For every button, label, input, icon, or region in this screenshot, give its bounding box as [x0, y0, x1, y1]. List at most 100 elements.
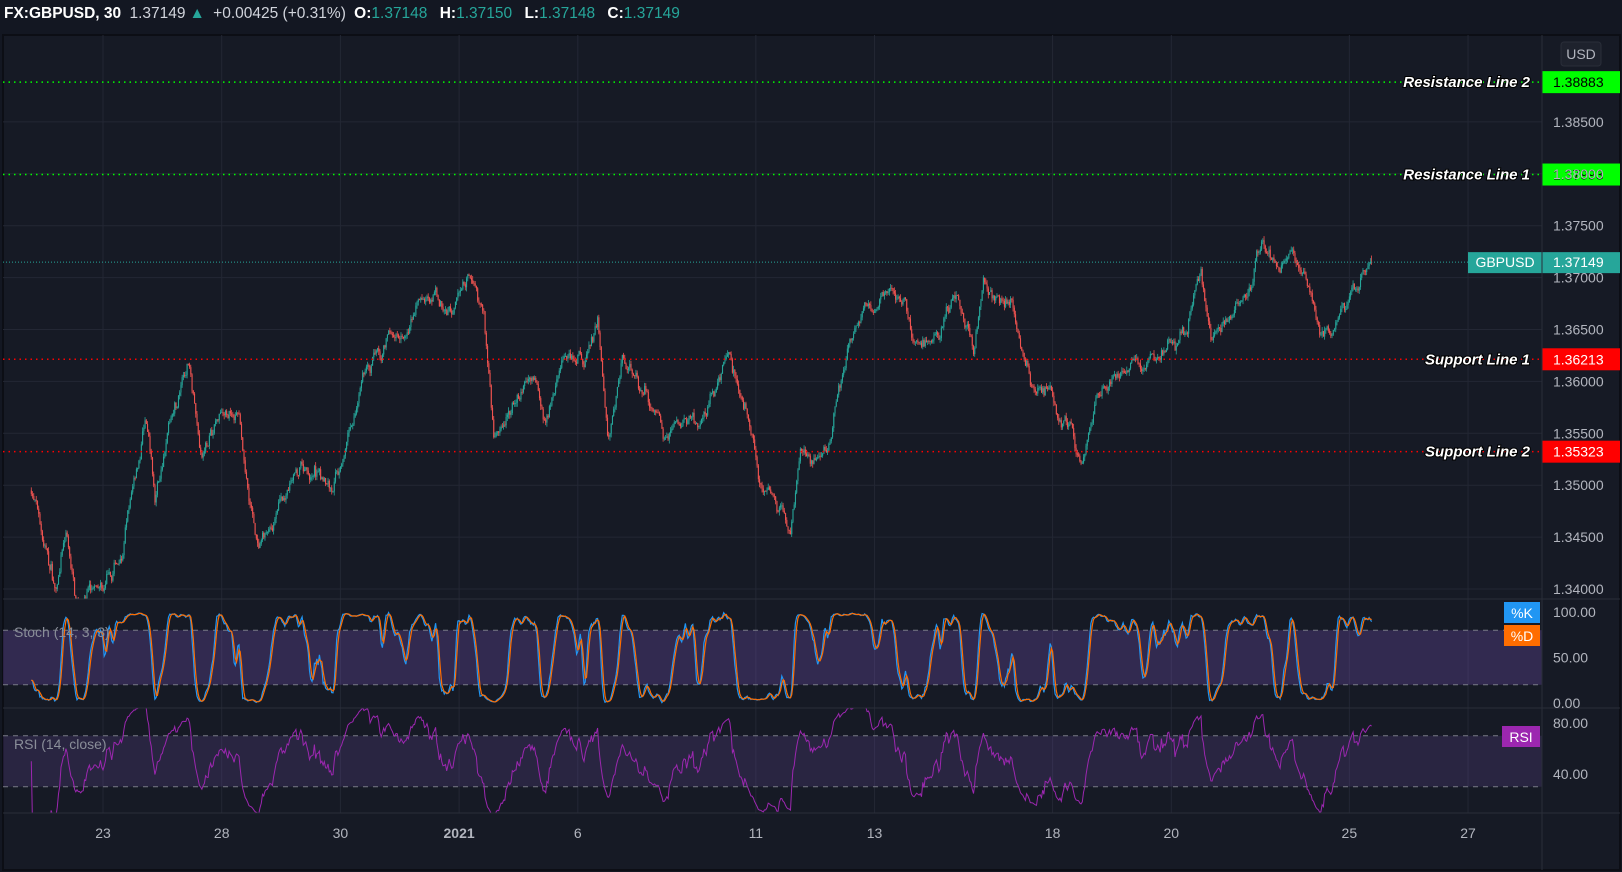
candle-body — [180, 385, 182, 393]
candle-body — [1341, 305, 1343, 309]
candle-body — [354, 413, 356, 417]
candle-body — [534, 377, 536, 380]
candle-body — [700, 418, 703, 424]
candle-body — [550, 405, 552, 407]
candle — [1183, 326, 1185, 336]
candle-body — [804, 449, 806, 454]
candle-body — [1209, 321, 1211, 328]
candle-body — [426, 296, 428, 301]
candle — [871, 308, 873, 313]
candle-body — [681, 426, 683, 427]
candle-body — [545, 419, 547, 423]
candle-body — [644, 386, 646, 394]
candle — [41, 529, 44, 542]
candle-body — [43, 540, 45, 546]
candle-body — [53, 580, 55, 583]
candle-body — [132, 486, 134, 493]
candle-body — [679, 424, 682, 427]
candle-body — [603, 376, 605, 391]
candle-body — [897, 296, 899, 299]
candle-body — [521, 391, 523, 393]
candle-body — [213, 424, 215, 434]
candle-body — [902, 299, 904, 305]
candle-body — [1000, 298, 1002, 304]
candle-body — [279, 498, 281, 503]
candle-body — [631, 369, 633, 374]
candle-body — [1163, 351, 1165, 355]
candle-body — [1263, 240, 1265, 246]
candle-body — [1252, 281, 1254, 288]
candle-body — [1212, 335, 1214, 341]
candle-body — [265, 532, 267, 534]
candle-body — [930, 340, 933, 342]
candle-body — [1285, 258, 1287, 261]
level-label: Support Line 2 — [1425, 444, 1531, 461]
candle — [213, 424, 215, 435]
candle-body — [594, 326, 596, 335]
candle-body — [595, 326, 597, 328]
candle-body — [655, 410, 657, 413]
candle-body — [525, 381, 527, 382]
candle-body — [778, 507, 780, 512]
candle-body — [647, 391, 649, 403]
candle-body — [1364, 271, 1367, 273]
candle-body — [583, 364, 585, 368]
candle-body — [70, 556, 72, 568]
candle-body — [1117, 373, 1119, 377]
candle-body — [404, 336, 406, 339]
price-chart[interactable]: Stoch (14, 3, 3) RSI (14, close) Resistan… — [0, 0, 1622, 872]
candle-body — [1053, 395, 1055, 403]
candle — [490, 384, 492, 411]
candle-body — [582, 359, 584, 365]
candle-body — [419, 299, 421, 301]
candle-body — [164, 452, 166, 457]
price-tick-label: 1.35500 — [1553, 425, 1604, 441]
candle-body — [1362, 270, 1364, 275]
candle-body — [264, 533, 266, 538]
candle-body — [686, 418, 688, 424]
candle-body — [657, 412, 659, 414]
candle — [193, 391, 196, 404]
candle-body — [435, 287, 437, 293]
candle-body — [1016, 322, 1018, 330]
candle-body — [728, 352, 730, 355]
candle-body — [853, 333, 855, 339]
candle-body — [333, 481, 335, 492]
candle-body — [839, 385, 841, 388]
candle-body — [1262, 240, 1264, 242]
candle-body — [1240, 301, 1242, 304]
candle-body — [385, 338, 387, 348]
candle-body — [210, 429, 212, 436]
stoch-title: Stoch (14, 3, 3) — [14, 624, 110, 640]
candle-body — [1266, 251, 1268, 253]
candle-body — [1201, 268, 1203, 285]
level-price-label: 1.38883 — [1553, 74, 1604, 90]
candle-body — [969, 327, 971, 335]
candle — [51, 561, 53, 582]
candle-body — [305, 467, 307, 470]
candle-body — [1305, 274, 1307, 279]
candle-body — [1300, 270, 1302, 275]
candle-body — [348, 429, 350, 433]
candle-body — [368, 365, 370, 368]
candle-body — [958, 295, 960, 300]
candle-body — [1347, 302, 1349, 306]
candle-body — [1253, 268, 1255, 282]
candle-body — [526, 381, 528, 382]
candle-body — [1142, 369, 1144, 372]
candle-body — [297, 474, 299, 476]
candle-body — [388, 330, 390, 335]
candle-body — [1086, 439, 1088, 446]
candle-body — [248, 487, 250, 502]
rsi-label: RSI — [1509, 729, 1532, 745]
candle — [372, 356, 374, 366]
candle-body — [262, 532, 264, 540]
candle-body — [615, 395, 617, 408]
candle-body — [159, 478, 161, 482]
candle-body — [165, 442, 167, 453]
candle-body — [1288, 253, 1290, 259]
candle-body — [360, 381, 363, 388]
candle-body — [1325, 328, 1327, 330]
candle-body — [332, 491, 334, 493]
candle-body — [808, 454, 810, 456]
